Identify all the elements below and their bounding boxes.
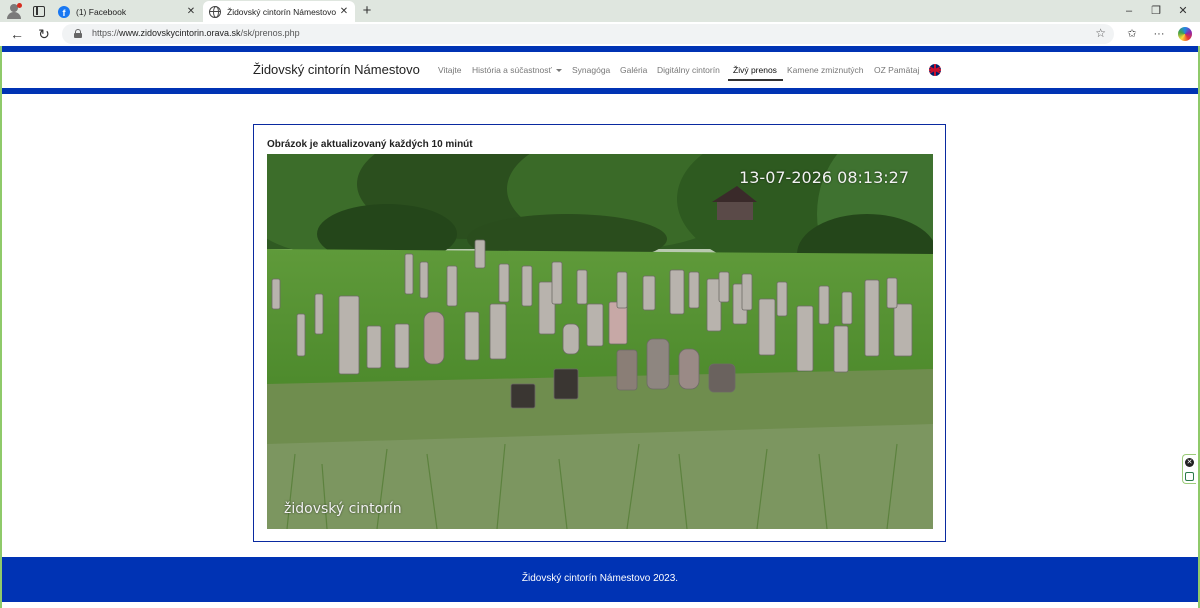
card-title: Obrázok je aktualizovaný každých 10 minú…	[267, 139, 473, 150]
window-close-button[interactable]: ✕	[1168, 2, 1198, 20]
lock-icon[interactable]	[74, 29, 82, 38]
close-icon[interactable]: ✕	[1185, 458, 1194, 467]
camera-timestamp: 13-07-2026 08:13:27	[739, 168, 909, 187]
facebook-icon: f	[58, 5, 70, 18]
address-bar[interactable]: https://www.zidovskycintorin.orava.sk/sk…	[62, 24, 1114, 44]
tab-strip: f (1) Facebook ✕ Židovský cintorín Námes…	[0, 0, 1200, 22]
tab-title: (1) Facebook	[76, 6, 127, 17]
site-brand[interactable]: Židovský cintorín Námestovo	[253, 62, 420, 77]
sidebar-extension-panel: ✕	[1182, 454, 1196, 484]
nav-item-galeria[interactable]: Galéria	[620, 65, 647, 75]
tab-cemetery[interactable]: Židovský cintorín Námestovo ✕	[203, 1, 355, 22]
url-path: /sk/prenos.php	[240, 28, 300, 38]
nav-item-zivy-prenos[interactable]: Živý prenos	[733, 65, 777, 75]
active-nav-underline	[728, 79, 783, 81]
globe-icon	[209, 5, 221, 18]
star-icon[interactable]: ☆	[1095, 26, 1106, 40]
close-icon[interactable]: ✕	[184, 6, 198, 17]
reload-icon[interactable]: ↻	[35, 25, 53, 43]
nav-item-label: História a súčastnosť	[472, 65, 552, 75]
nav-item-oz-pamataj[interactable]: OZ Pamätaj	[874, 65, 919, 75]
url-domain: www.zidovskycintorin.orava.sk	[119, 28, 241, 38]
live-stream-card: Obrázok je aktualizovaný každých 10 minú…	[253, 124, 946, 542]
close-icon[interactable]: ✕	[337, 6, 351, 17]
url-text[interactable]: https://www.zidovskycintorin.orava.sk/sk…	[92, 28, 300, 38]
camera-image: 13-07-2026 08:13:27 židovský cintorín	[267, 154, 933, 529]
browser-toolbar: ← ↻ https://www.zidovskycintorin.orava.s…	[0, 22, 1200, 46]
camera-scene	[267, 154, 933, 529]
header-band-bottom	[2, 88, 1198, 94]
url-prefix: https://	[92, 28, 120, 38]
chevron-down-icon	[555, 69, 562, 73]
nav-item-digitalny-cintorin[interactable]: Digitálny cintorín	[657, 65, 720, 75]
web-page: Židovský cintorín Námestovo Vitajte Hist…	[2, 46, 1198, 608]
restore-button[interactable]: ❐	[1141, 2, 1171, 20]
uk-flag-icon[interactable]	[929, 64, 941, 76]
site-footer: Židovský cintorín Námestovo 2023.	[2, 557, 1198, 602]
copilot-icon[interactable]	[1178, 27, 1192, 41]
nav-item-kamene-zmiznutych[interactable]: Kamene zmiznutých	[787, 65, 864, 75]
nav-item-vitajte[interactable]: Vitajte	[438, 65, 461, 75]
nav-item-historia[interactable]: História a súčastnosť	[472, 65, 562, 75]
workspaces-icon[interactable]	[31, 3, 47, 19]
profile-icon[interactable]	[6, 3, 22, 19]
minimize-button[interactable]: –	[1114, 2, 1144, 20]
nav-item-synagoga[interactable]: Synagóga	[572, 65, 610, 75]
tab-title: Židovský cintorín Námestovo	[227, 6, 337, 17]
camera-label: židovský cintorín	[284, 501, 402, 517]
site-navbar: Židovský cintorín Námestovo Vitajte Hist…	[2, 52, 1198, 88]
footer-text: Židovský cintorín Námestovo 2023.	[521, 573, 679, 584]
more-icon[interactable]: ···	[1151, 26, 1167, 42]
favorites-icon[interactable]: ✩	[1124, 26, 1140, 42]
back-arrow-icon[interactable]: ←	[8, 25, 26, 43]
tab-facebook[interactable]: f (1) Facebook ✕	[52, 1, 202, 22]
new-tab-button[interactable]: +	[358, 2, 376, 20]
extension-icon[interactable]	[1185, 472, 1194, 481]
